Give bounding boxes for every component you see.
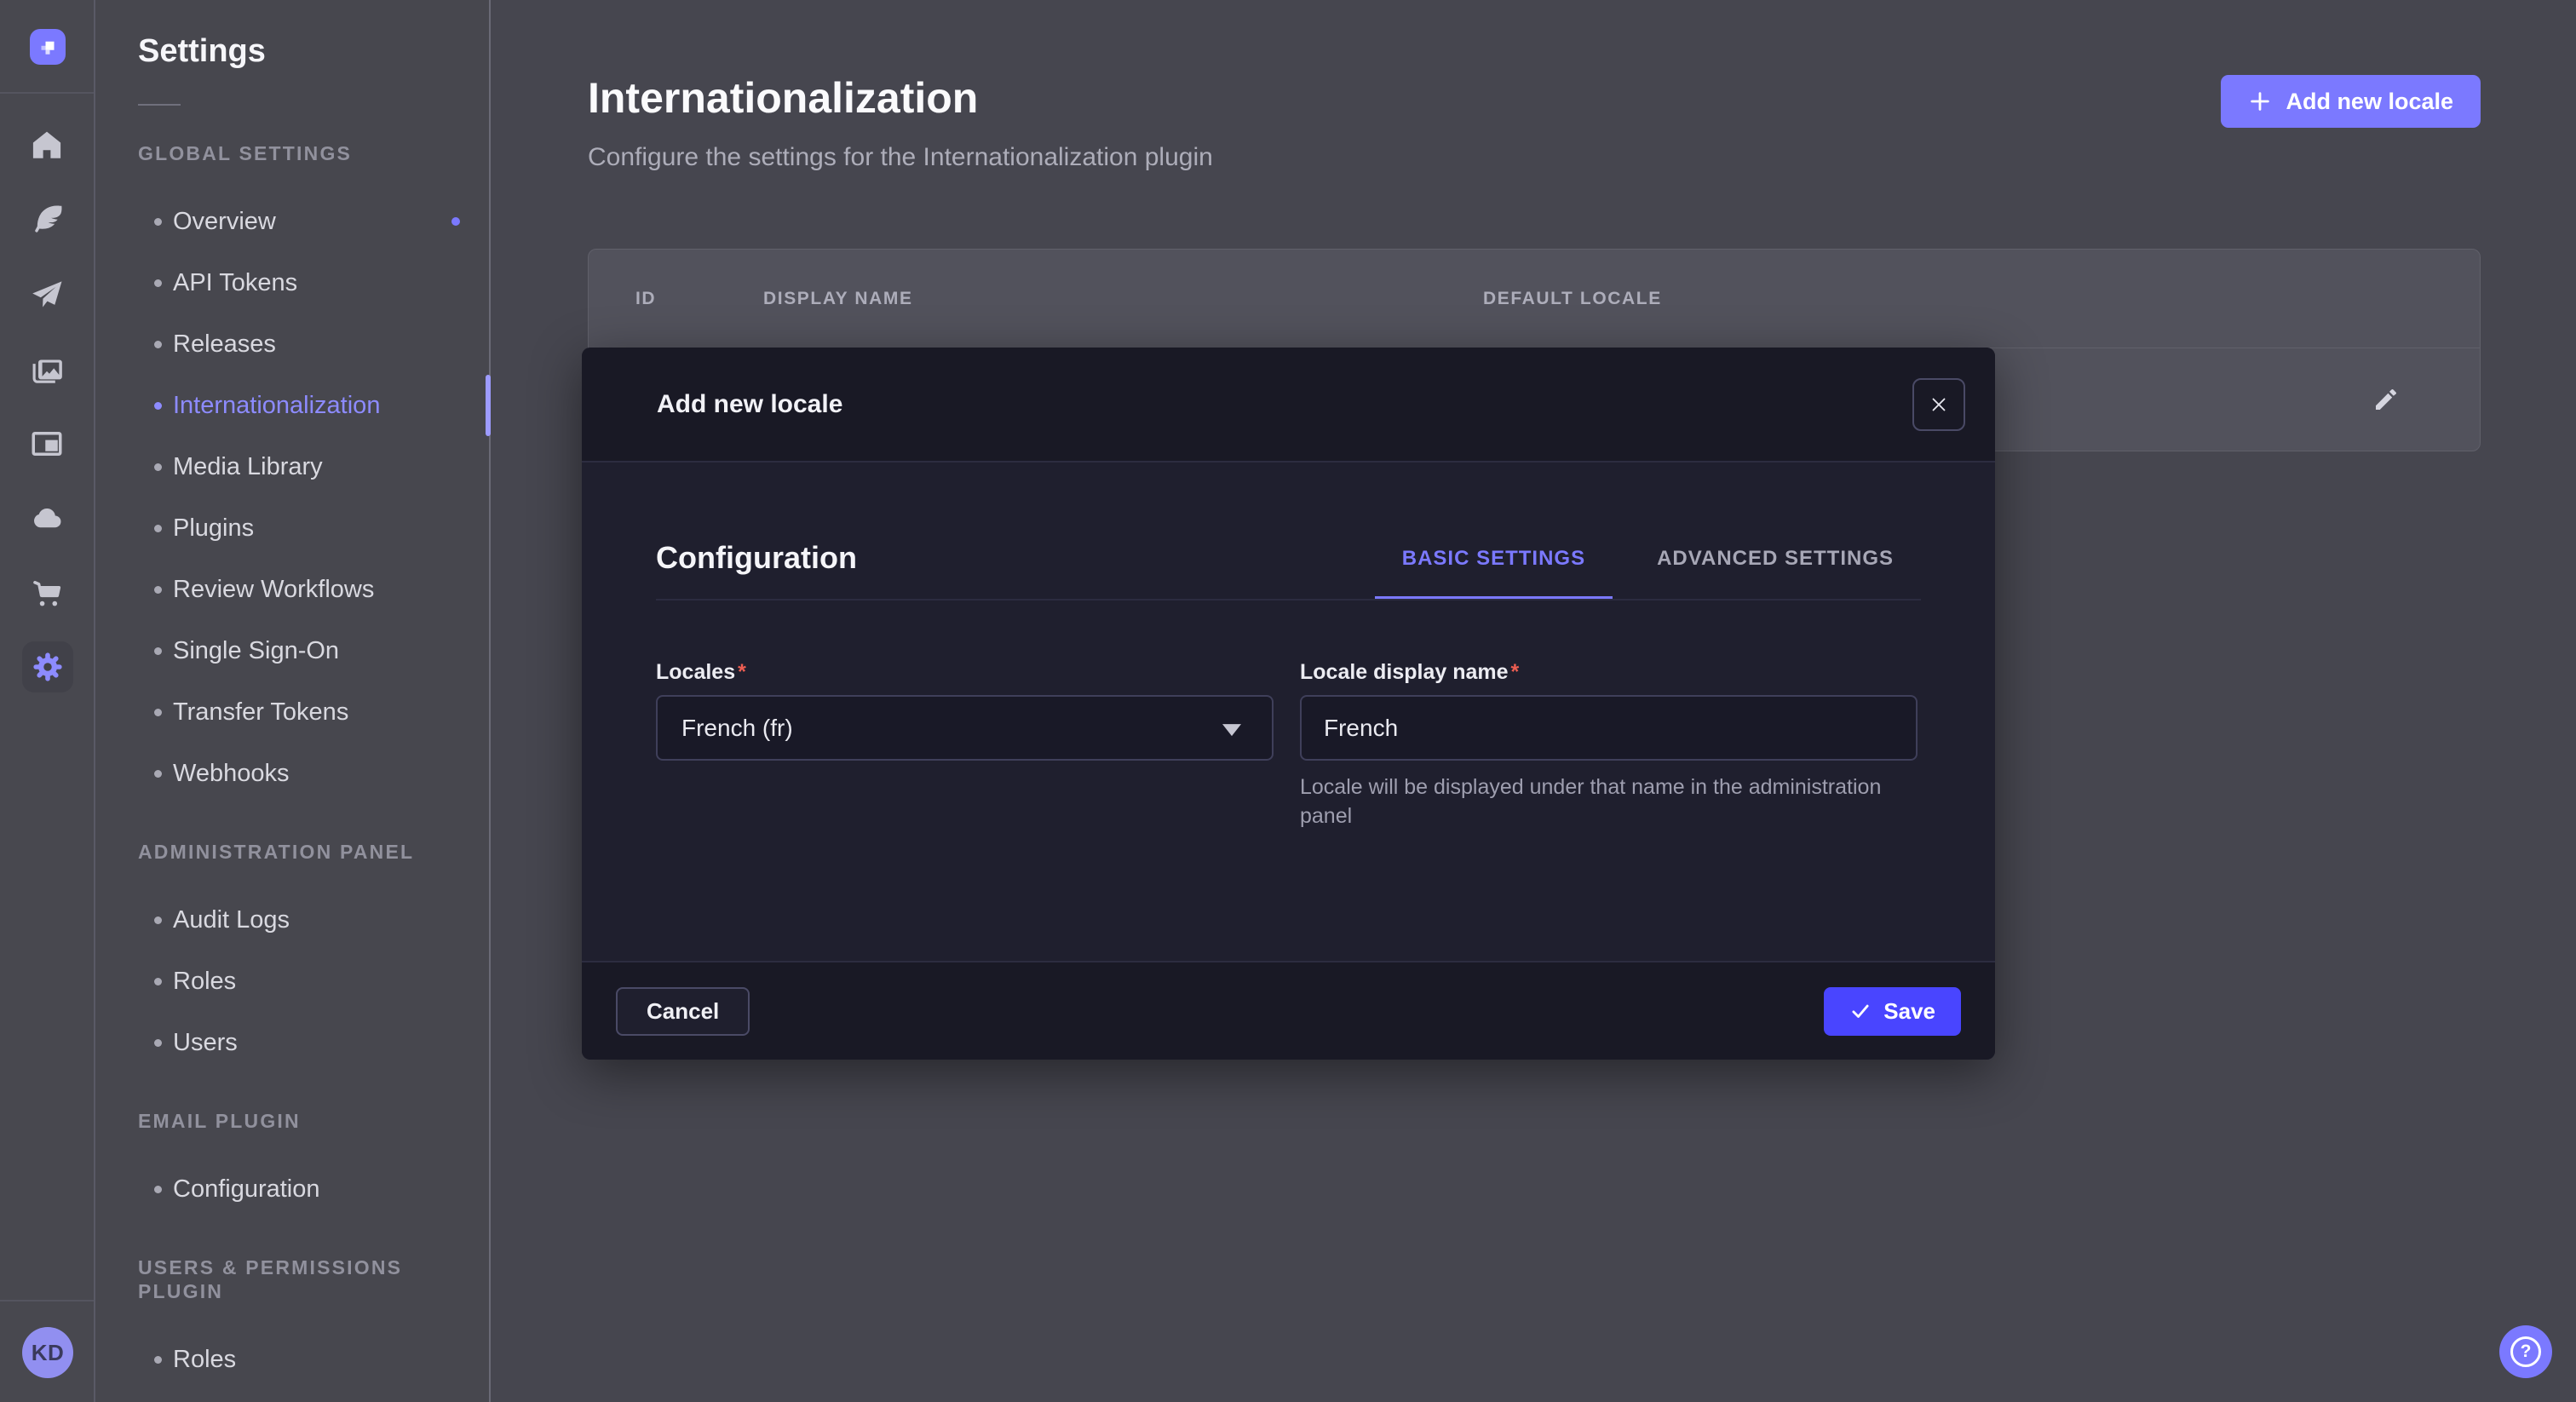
bullet-icon	[154, 402, 162, 410]
sidebar-item-admin-roles[interactable]: Roles	[95, 951, 489, 1012]
subnav-title: Settings	[138, 31, 489, 72]
modal-title: Add new locale	[657, 390, 842, 419]
user-avatar[interactable]: KD	[22, 1327, 73, 1378]
tab-basic-settings[interactable]: BASIC SETTINGS	[1375, 520, 1613, 600]
help-button[interactable]: ?	[2499, 1325, 2552, 1378]
paper-plane-icon[interactable]	[28, 277, 66, 314]
app-rail: KD	[0, 0, 95, 1402]
modal-header: Add new locale	[582, 348, 1995, 463]
add-locale-modal: Add new locale Configuration BASIC SETTI…	[582, 348, 1995, 1060]
section-global-settings: GLOBAL SETTINGS	[138, 141, 489, 165]
cloud-icon[interactable]	[28, 501, 66, 538]
nav-list-users-permissions: Roles Providers	[95, 1329, 489, 1402]
sidebar-item-single-sign-on[interactable]: Single Sign-On	[95, 620, 489, 681]
sidebar-item-plugins[interactable]: Plugins	[95, 497, 489, 559]
display-name-input[interactable]	[1300, 695, 1918, 761]
nav-list-global: Overview API Tokens Releases Internation…	[95, 191, 489, 804]
close-modal-button[interactable]	[1912, 378, 1965, 431]
gear-icon	[30, 649, 66, 685]
active-item-indicator	[486, 375, 491, 436]
nav-list-email: Configuration	[95, 1158, 489, 1220]
sidebar-item-providers[interactable]: Providers	[95, 1390, 489, 1402]
tabs-divider	[656, 599, 1921, 600]
section-administration-panel: ADMINISTRATION PANEL	[138, 840, 489, 864]
modal-body: Configuration BASIC SETTINGS ADVANCED SE…	[582, 463, 1995, 961]
content-feather-icon[interactable]	[28, 200, 66, 238]
column-display-name: DISPLAY NAME	[763, 289, 1483, 309]
page-subtitle: Configure the settings for the Internati…	[588, 143, 1213, 172]
display-name-label: Locale display name*	[1300, 661, 1918, 683]
section-users-permissions-plugin: USERS & PERMISSIONS PLUGIN	[138, 1255, 489, 1303]
page-title: Internationalization	[588, 73, 978, 123]
bullet-icon	[154, 1356, 162, 1364]
add-new-locale-button[interactable]: Add new locale	[2221, 75, 2481, 128]
bullet-icon	[154, 586, 162, 594]
locales-select[interactable]: French (fr)	[656, 695, 1274, 761]
locales-label: Locales*	[656, 661, 1274, 683]
sidebar-item-email-configuration[interactable]: Configuration	[95, 1158, 489, 1220]
rail-divider-bottom	[0, 1300, 94, 1301]
pencil-icon	[2372, 386, 2400, 413]
sidebar-item-releases[interactable]: Releases	[95, 313, 489, 375]
tab-advanced-settings[interactable]: ADVANCED SETTINGS	[1630, 520, 1921, 600]
configuration-title: Configuration	[656, 539, 857, 577]
sidebar-item-internationalization[interactable]: Internationalization	[95, 375, 489, 436]
close-icon	[1928, 394, 1950, 416]
table-header-row: ID DISPLAY NAME DEFAULT LOCALE	[589, 250, 2480, 348]
strapi-admin-screen: KD Settings GLOBAL SETTINGS Overview API…	[0, 0, 2576, 1402]
display-name-field: Locale display name* Locale will be disp…	[1300, 661, 1918, 830]
sidebar-item-audit-logs[interactable]: Audit Logs	[95, 889, 489, 951]
strapi-logo-icon	[35, 34, 60, 60]
media-library-icon[interactable]	[28, 351, 66, 388]
strapi-logo[interactable]	[30, 29, 66, 65]
required-asterisk: *	[738, 660, 746, 684]
bullet-icon	[154, 218, 162, 226]
plus-icon	[2248, 89, 2272, 113]
bullet-icon	[154, 916, 162, 924]
bullet-icon	[154, 463, 162, 471]
sidebar-item-up-roles[interactable]: Roles	[95, 1329, 489, 1390]
locales-select-value: French (fr)	[681, 715, 793, 742]
sidebar-item-users[interactable]: Users	[95, 1012, 489, 1073]
bullet-icon	[154, 647, 162, 655]
settings-tabs: BASIC SETTINGS ADVANCED SETTINGS	[1375, 520, 1921, 600]
home-icon[interactable]	[28, 126, 66, 164]
bullet-icon	[154, 770, 162, 778]
notification-dot	[451, 217, 460, 226]
bullet-icon	[154, 709, 162, 716]
bullet-icon	[154, 341, 162, 348]
display-name-hint: Locale will be displayed under that name…	[1300, 773, 1905, 830]
rail-divider-top	[0, 92, 94, 94]
nav-list-admin: Audit Logs Roles Users	[95, 889, 489, 1073]
sidebar-item-transfer-tokens[interactable]: Transfer Tokens	[95, 681, 489, 743]
column-default-locale: DEFAULT LOCALE	[1483, 289, 2480, 309]
bullet-icon	[154, 1186, 162, 1193]
cancel-button[interactable]: Cancel	[616, 987, 750, 1036]
edit-locale-button[interactable]	[2367, 381, 2405, 418]
required-asterisk: *	[1511, 660, 1520, 684]
modal-footer: Cancel Save	[582, 961, 1995, 1060]
locales-field: Locales* French (fr)	[656, 661, 1274, 830]
modal-fields: Locales* French (fr) Locale display name…	[656, 661, 1921, 830]
save-button[interactable]: Save	[1824, 987, 1961, 1036]
help-icon: ?	[2510, 1336, 2541, 1367]
settings-subnav: Settings GLOBAL SETTINGS Overview API To…	[95, 0, 491, 1402]
bullet-icon	[154, 978, 162, 985]
settings-gear-button[interactable]	[22, 641, 73, 692]
column-id: ID	[635, 289, 763, 309]
sidebar-item-review-workflows[interactable]: Review Workflows	[95, 559, 489, 620]
bullet-icon	[154, 1039, 162, 1047]
sidebar-item-webhooks[interactable]: Webhooks	[95, 743, 489, 804]
check-icon	[1849, 1000, 1872, 1022]
sidebar-item-media-library[interactable]: Media Library	[95, 436, 489, 497]
bullet-icon	[154, 279, 162, 287]
marketplace-cart-icon[interactable]	[28, 574, 66, 612]
bullet-icon	[154, 525, 162, 532]
sidebar-item-overview[interactable]: Overview	[95, 191, 489, 252]
section-email-plugin: EMAIL PLUGIN	[138, 1109, 489, 1133]
subnav-title-divider	[138, 104, 181, 106]
chevron-down-icon	[1222, 724, 1241, 736]
sidebar-item-api-tokens[interactable]: API Tokens	[95, 252, 489, 313]
layout-icon[interactable]	[28, 425, 66, 463]
